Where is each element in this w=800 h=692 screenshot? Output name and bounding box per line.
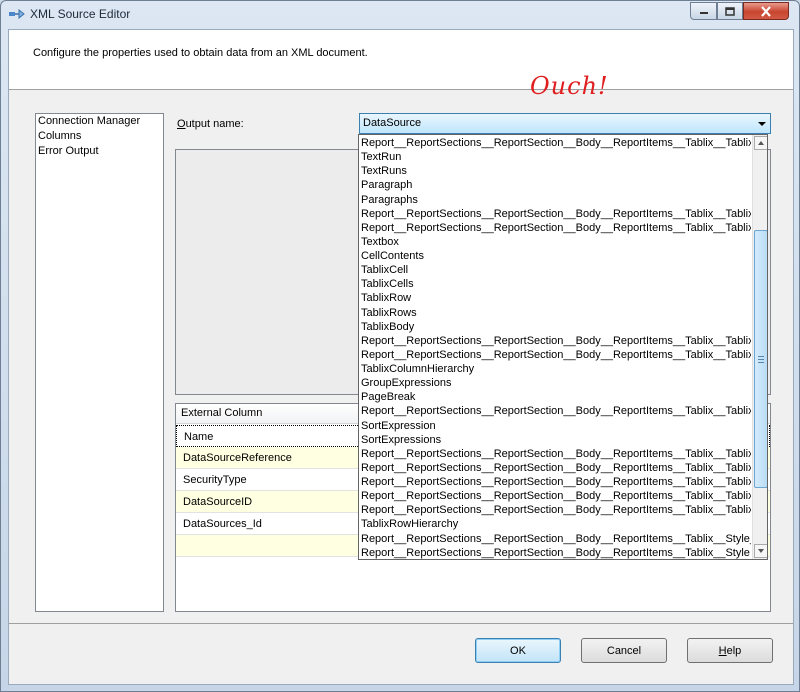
dropdown-item[interactable]: Paragraph xyxy=(359,178,751,192)
dropdown-item[interactable]: Textbox xyxy=(359,235,751,249)
dropdown-item[interactable]: TablixRows xyxy=(359,306,751,320)
dropdown-item[interactable]: Report__ReportSections__ReportSection__B… xyxy=(359,489,751,503)
dropdown-item[interactable]: TextRun xyxy=(359,150,751,164)
cancel-button[interactable]: Cancel xyxy=(581,638,667,663)
help-button-label: elp xyxy=(726,644,742,657)
dropdown-item[interactable]: Report__ReportSections__ReportSection__B… xyxy=(359,348,751,362)
arrow-up-icon xyxy=(758,141,764,145)
output-name-dropdown-list[interactable]: Report__ReportSections__ReportSection__B… xyxy=(358,134,768,560)
dropdown-items: Report__ReportSections__ReportSection__B… xyxy=(359,136,751,559)
output-name-combobox[interactable]: DataSource xyxy=(359,113,771,134)
output-name-selected: DataSource xyxy=(363,117,422,129)
output-name-label-text: utput name: xyxy=(185,118,244,130)
arrow-down-icon xyxy=(758,549,764,553)
ok-button[interactable]: OK xyxy=(475,638,561,663)
dialog-window: XML Source Editor Configure the properti… xyxy=(0,0,800,692)
maximize-icon xyxy=(725,6,735,16)
close-icon xyxy=(761,5,771,17)
chevron-down-icon[interactable] xyxy=(758,122,766,126)
dropdown-item[interactable]: TablixBody xyxy=(359,320,751,334)
dropdown-item[interactable]: TextRuns xyxy=(359,164,751,178)
dropdown-item[interactable]: Report__ReportSections__ReportSection__B… xyxy=(359,136,751,150)
help-accesskey: H xyxy=(718,644,727,657)
dropdown-item[interactable]: Report__ReportSections__ReportSection__B… xyxy=(359,546,751,559)
dropdown-item[interactable]: TablixRow xyxy=(359,291,751,305)
dropdown-item[interactable]: TablixCells xyxy=(359,277,751,291)
dropdown-item[interactable]: SortExpression xyxy=(359,419,751,433)
dropdown-item[interactable]: Report__ReportSections__ReportSection__B… xyxy=(359,404,751,418)
dropdown-item[interactable]: Report__ReportSections__ReportSection__B… xyxy=(359,532,751,546)
dropdown-item[interactable]: TablixRowHierarchy xyxy=(359,517,751,531)
output-name-accesskey: O xyxy=(177,118,186,130)
dropdown-item[interactable]: Report__ReportSections__ReportSection__B… xyxy=(359,221,751,235)
window-title: XML Source Editor xyxy=(30,7,131,21)
dropdown-item[interactable]: Report__ReportSections__ReportSection__B… xyxy=(359,334,751,348)
nav-item-connection-manager[interactable]: Connection Manager xyxy=(36,114,163,129)
dropdown-item[interactable]: TablixCell xyxy=(359,263,751,277)
grip-icon xyxy=(758,355,764,363)
scroll-down-button[interactable] xyxy=(754,544,767,558)
nav-item-columns[interactable]: Columns xyxy=(36,129,163,144)
page-nav-list: Connection Manager Columns Error Output xyxy=(35,113,164,612)
dropdown-item[interactable]: Paragraphs xyxy=(359,193,751,207)
dropdown-scrollbar[interactable] xyxy=(752,135,767,559)
scrollbar-thumb[interactable] xyxy=(754,230,767,488)
dropdown-item[interactable]: Report__ReportSections__ReportSection__B… xyxy=(359,503,751,517)
dropdown-item[interactable]: GroupExpressions xyxy=(359,376,751,390)
handwritten-annotation: Ouch! xyxy=(530,72,609,100)
minimize-icon xyxy=(699,12,708,14)
maximize-button[interactable] xyxy=(717,2,743,20)
output-name-label: Output name: xyxy=(177,118,244,130)
minimize-button[interactable] xyxy=(690,2,717,20)
dropdown-item[interactable]: CellContents xyxy=(359,249,751,263)
dropdown-item[interactable]: Report__ReportSections__ReportSection__B… xyxy=(359,461,751,475)
dropdown-item[interactable]: Report__ReportSections__ReportSection__B… xyxy=(359,475,751,489)
scroll-up-button[interactable] xyxy=(754,136,767,150)
xml-source-icon xyxy=(9,8,25,20)
header-band: Configure the properties used to obtain … xyxy=(9,30,793,90)
footer-separator xyxy=(9,623,793,624)
dropdown-item[interactable]: PageBreak xyxy=(359,390,751,404)
help-button[interactable]: Help xyxy=(687,638,773,663)
dropdown-item[interactable]: Report__ReportSections__ReportSection__B… xyxy=(359,447,751,461)
dropdown-item[interactable]: SortExpressions xyxy=(359,433,751,447)
close-button[interactable] xyxy=(743,2,789,20)
dialog-description: Configure the properties used to obtain … xyxy=(33,47,368,59)
dropdown-item[interactable]: Report__ReportSections__ReportSection__B… xyxy=(359,207,751,221)
dropdown-item[interactable]: TablixColumnHierarchy xyxy=(359,362,751,376)
title-bar[interactable]: XML Source Editor xyxy=(1,1,799,27)
nav-item-error-output[interactable]: Error Output xyxy=(36,144,163,159)
